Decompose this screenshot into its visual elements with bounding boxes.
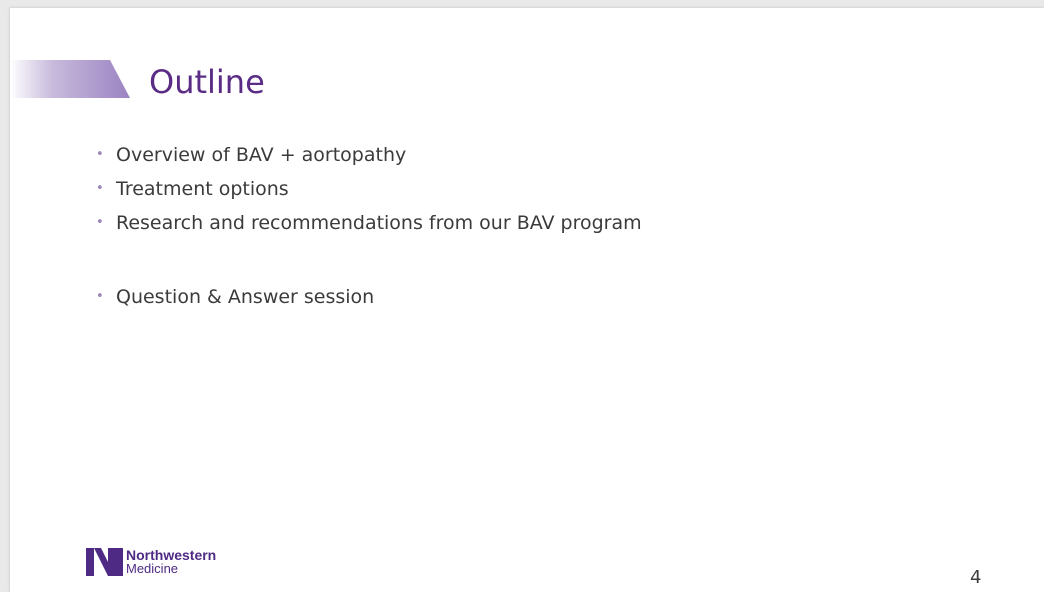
bullet-text: Overview of BAV + aortopathy (116, 144, 407, 166)
title-banner-shape (10, 60, 130, 98)
bullet-list: • Overview of BAV + aortopathy • Treatme… (96, 138, 642, 314)
bullet-item: • Overview of BAV + aortopathy (96, 138, 642, 172)
logo-text: Northwestern Medicine (126, 548, 216, 576)
slide: Outline • Overview of BAV + aortopathy •… (10, 8, 1044, 592)
northwestern-medicine-logo: Northwestern Medicine (86, 545, 216, 579)
bullet-dot: • (96, 289, 104, 304)
bullet-item: • Treatment options (96, 172, 642, 206)
page-number: 4 (970, 567, 982, 588)
northwestern-n-logo-icon (86, 548, 123, 576)
bullet-item: • Research and recommendations from our … (96, 206, 642, 240)
bullet-text: Treatment options (116, 178, 289, 200)
bullet-dot: • (96, 215, 104, 230)
logo-line-northwestern: Northwestern (126, 547, 217, 563)
slide-title: Outline (149, 63, 265, 101)
bullet-item: • Question & Answer session (96, 280, 642, 314)
bullet-text: Research and recommendations from our BA… (116, 212, 642, 234)
bullet-text: Question & Answer session (116, 286, 375, 308)
logo-line-medicine: Medicine (126, 561, 179, 576)
bullet-dot: • (96, 181, 104, 196)
bullet-dot: • (96, 147, 104, 162)
